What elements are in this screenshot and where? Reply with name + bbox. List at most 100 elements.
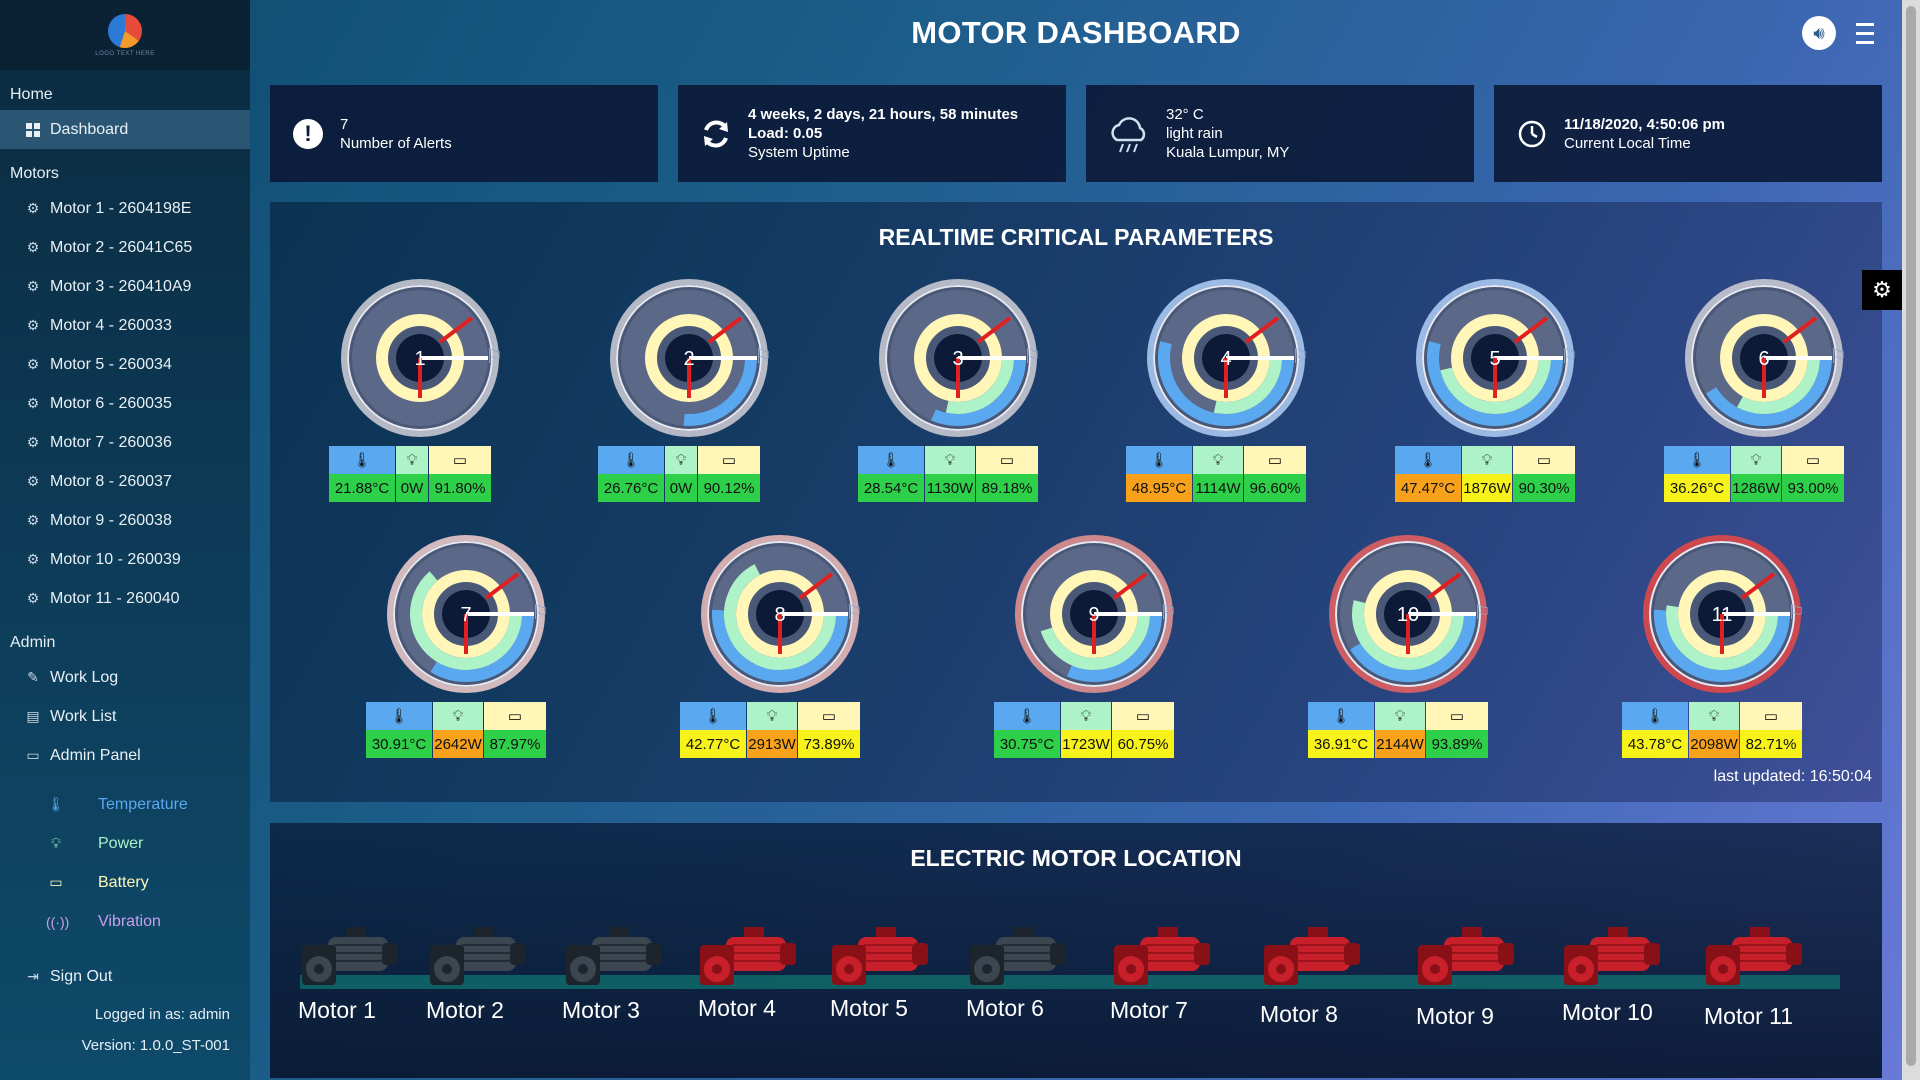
- location-title: ELECTRIC MOTOR LOCATION: [910, 845, 1242, 871]
- speaker-icon: 🔊︎: [1813, 22, 1825, 43]
- sidebar-item-work-log[interactable]: ✎ Work Log: [0, 658, 250, 697]
- temp-value: 36.91°C: [1308, 730, 1374, 758]
- location-panel: ELECTRIC MOTOR LOCATION Motor 1 Motor 2 Mo…: [270, 823, 1882, 1078]
- sidebar: LOGO TEXT HERE Home Dashboard Motors ⚙ Mo…: [0, 0, 250, 1080]
- scrollbar[interactable]: [1902, 0, 1920, 1080]
- flag-icon[interactable]: ⚐: [1787, 600, 1805, 625]
- motor-figure[interactable]: [828, 923, 938, 993]
- local-time-label: Current Local Time: [1564, 134, 1691, 152]
- motor-figure[interactable]: [966, 923, 1076, 993]
- temp-value: 42.77°C: [680, 730, 746, 758]
- flag-icon[interactable]: ⚐: [1159, 600, 1177, 625]
- legend-power: 💡︎ Power: [0, 824, 250, 863]
- motor-gauge: 9: [1015, 535, 1173, 693]
- motor-figure[interactable]: [696, 923, 806, 993]
- alerts-label: Number of Alerts: [340, 134, 452, 152]
- battery-icon: ▭: [1244, 446, 1306, 474]
- legend-label: Vibration: [98, 912, 161, 930]
- thermometer-icon: 🌡︎: [994, 702, 1060, 730]
- parameter-chips: 🌡︎ 💡︎ ▭ 36.91°C 2144W 93.89%: [1298, 702, 1498, 758]
- refresh-icon: [698, 116, 734, 152]
- motor-number: 6: [1758, 348, 1769, 370]
- flag-icon[interactable]: ⚐: [845, 600, 863, 625]
- motor-gauge: 10: [1329, 535, 1487, 693]
- sidebar-item-admin-panel[interactable]: ▭ Admin Panel: [0, 736, 250, 775]
- sidebar-item-motor-3[interactable]: ⚙ Motor 3 - 260410A9: [0, 267, 250, 306]
- flag-icon[interactable]: ⚐: [531, 600, 549, 625]
- power-value: 2144W: [1375, 730, 1425, 758]
- flag-icon[interactable]: ⚐: [754, 344, 772, 369]
- motor-location-label: Motor 9: [1416, 1003, 1494, 1029]
- bulb-icon: 💡︎: [396, 446, 428, 474]
- scrollbar-thumb[interactable]: [1906, 6, 1916, 1066]
- motor-number: 10: [1397, 604, 1419, 626]
- motor-figure[interactable]: [1702, 923, 1812, 993]
- motor-figure[interactable]: [1560, 923, 1670, 993]
- motor-number: 2: [683, 348, 694, 370]
- motor-figure[interactable]: [1260, 923, 1370, 993]
- motor-figure[interactable]: [426, 923, 536, 993]
- flag-icon[interactable]: ⚐: [1291, 344, 1309, 369]
- motor-location-label: Motor 3: [562, 997, 640, 1023]
- sidebar-item-motor-5[interactable]: ⚙ Motor 5 - 260034: [0, 345, 250, 384]
- sidebar-item-motor-1[interactable]: ⚙ Motor 1 - 2604198E: [0, 189, 250, 228]
- header: MOTOR DASHBOARD 🔊︎: [250, 0, 1902, 66]
- sidebar-item-motor-10[interactable]: ⚙ Motor 10 - 260039: [0, 540, 250, 579]
- motor-figure[interactable]: [298, 923, 408, 993]
- flag-icon[interactable]: ⚐: [1023, 344, 1041, 369]
- menu-button[interactable]: [1848, 16, 1882, 50]
- local-datetime: 11/18/2020, 4:50:06 pm: [1564, 115, 1725, 133]
- temp-value: 36.26°C: [1664, 474, 1730, 502]
- cogs-icon: ⚙: [26, 239, 40, 255]
- motor-location-label: Motor 7: [1110, 997, 1188, 1023]
- sidebar-item-label: Motor 10 - 260039: [50, 550, 181, 568]
- logo-mark: [108, 13, 142, 48]
- bulb-icon: 💡︎: [1731, 446, 1781, 474]
- parameter-chips: 🌡︎ 💡︎ ▭ 30.75°C 1723W 60.75%: [984, 702, 1184, 758]
- battery-icon: ▭: [798, 702, 860, 730]
- sidebar-item-dashboard[interactable]: Dashboard: [0, 110, 250, 149]
- sidebar-item-work-list[interactable]: ▤ Work List: [0, 697, 250, 736]
- flag-icon[interactable]: ⚐: [1473, 600, 1491, 625]
- flag-icon[interactable]: ⚐: [1560, 344, 1578, 369]
- settings-button[interactable]: ⚙: [1862, 270, 1902, 310]
- legend-temperature: 🌡︎ Temperature: [0, 785, 250, 824]
- motor-number: 3: [952, 348, 963, 370]
- legend-label: Temperature: [98, 795, 188, 813]
- cogs-icon: ⚙: [26, 434, 40, 450]
- motor-figure[interactable]: [562, 923, 672, 993]
- flag-icon[interactable]: ⚐: [1829, 344, 1847, 369]
- sidebar-item-motor-6[interactable]: ⚙ Motor 6 - 260035: [0, 384, 250, 423]
- sidebar-item-motor-9[interactable]: ⚙ Motor 9 - 260038: [0, 501, 250, 540]
- cogs-icon: ⚙: [26, 551, 40, 567]
- motor-figure[interactable]: [1414, 923, 1524, 993]
- sidebar-item-label: Motor 2 - 26041C65: [50, 238, 193, 256]
- flag-icon[interactable]: ⚐: [485, 344, 503, 369]
- sidebar-item-motor-7[interactable]: ⚙ Motor 7 - 260036: [0, 423, 250, 462]
- motor-location-label: Motor 6: [966, 995, 1044, 1021]
- motor-figure[interactable]: [1110, 923, 1220, 993]
- parameter-chips: 🌡︎ 💡︎ ▭ 26.76°C 0W 90.12%: [579, 446, 779, 502]
- cogs-icon: ⚙: [26, 356, 40, 372]
- uptime-duration: 4 weeks, 2 days, 21 hours, 58 minutes: [748, 106, 1019, 123]
- thermometer-icon: 🌡︎: [1622, 702, 1688, 730]
- battery-value: 90.12%: [698, 474, 760, 502]
- logo[interactable]: LOGO TEXT HERE: [0, 0, 250, 70]
- battery-icon: ▭: [1740, 702, 1802, 730]
- sidebar-item-motor-11[interactable]: ⚙ Motor 11 - 260040: [0, 579, 250, 618]
- weather-condition: light rain: [1166, 125, 1223, 142]
- motor-gauge: 2: [610, 279, 768, 437]
- temp-value: 47.47°C: [1395, 474, 1461, 502]
- motor-number: 7: [460, 604, 471, 626]
- battery-icon: ▭: [429, 446, 491, 474]
- sidebar-item-motor-2[interactable]: ⚙ Motor 2 - 26041C65: [0, 228, 250, 267]
- battery-icon: ▭: [1426, 702, 1488, 730]
- sidebar-item-motor-4[interactable]: ⚙ Motor 4 - 260033: [0, 306, 250, 345]
- sidebar-item-label: Motor 3 - 260410A9: [50, 277, 192, 295]
- sign-out-button[interactable]: ⇥ Sign Out: [0, 957, 250, 996]
- bulb-icon: 💡︎: [1689, 702, 1739, 730]
- battery-icon: ▭: [484, 702, 546, 730]
- alerts-card[interactable]: ! 7 Number of Alerts: [270, 85, 658, 182]
- sidebar-item-motor-8[interactable]: ⚙ Motor 8 - 260037: [0, 462, 250, 501]
- speaker-button[interactable]: 🔊︎: [1802, 16, 1836, 50]
